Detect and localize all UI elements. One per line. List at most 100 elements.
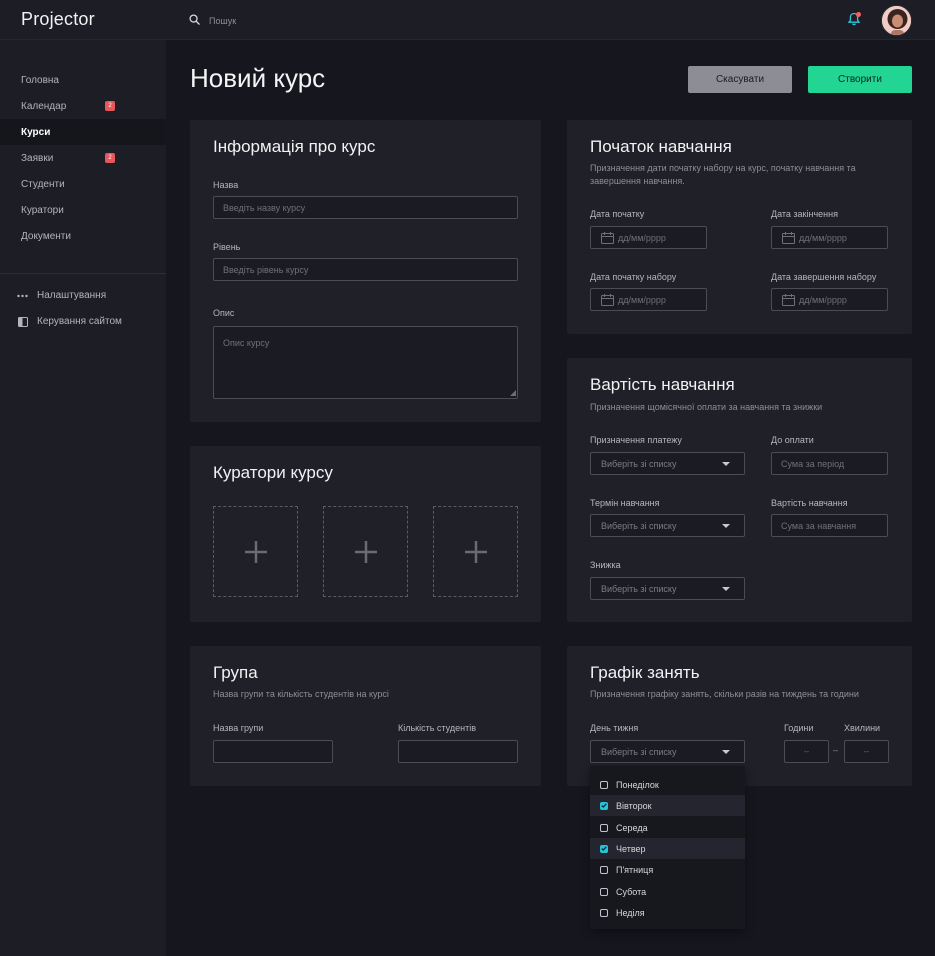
start-date-label: Дата початку — [590, 209, 645, 219]
check-icon — [601, 846, 607, 851]
student-count-input[interactable] — [398, 740, 518, 763]
hours-input[interactable]: -- — [784, 740, 829, 763]
course-description-input[interactable] — [213, 326, 518, 399]
calendar-icon — [601, 293, 614, 306]
sidebar-item-curators[interactable]: Куратори — [0, 197, 166, 223]
sidebar-item-settings[interactable]: Налаштування — [17, 290, 106, 301]
select-placeholder: Виберіть зі списку — [601, 458, 677, 469]
search-input[interactable] — [209, 16, 409, 26]
sidebar: Головна Календар 2 Курси Заявки 2 Студенти… — [0, 40, 166, 956]
date-placeholder: дд/мм/рррр — [799, 232, 847, 243]
end-date-label: Дата закінчення — [771, 209, 838, 219]
dropdown-option-thursday[interactable]: Четвер — [590, 838, 745, 859]
term-select[interactable]: Виберіть зі списку — [590, 514, 745, 537]
select-placeholder: Виберіть зі списку — [601, 746, 677, 757]
time-placeholder: -- — [803, 747, 810, 756]
curators-card: Куратори курсу — [190, 446, 541, 622]
course-level-input[interactable] — [213, 258, 518, 281]
schedule-card: Графік занять Призначення графіку занять… — [567, 646, 912, 786]
level-label: Рівень — [213, 242, 241, 252]
card-subtitle: Назва групи та кількість студентів на ку… — [213, 689, 389, 699]
enroll-start-input[interactable]: дд/мм/рррр — [590, 288, 707, 311]
payment-select[interactable]: Виберіть зі списку — [590, 452, 745, 475]
minutes-input[interactable]: -- — [844, 740, 889, 763]
payment-label: Призначення платежу — [590, 435, 682, 445]
count-badge: 2 — [105, 101, 115, 111]
due-amount-input[interactable] — [771, 452, 888, 475]
select-placeholder: Виберіть зі списку — [601, 520, 677, 531]
name-label: Назва — [213, 180, 239, 190]
enroll-start-label: Дата початку набору — [590, 272, 677, 282]
count-badge: 2 — [105, 153, 115, 163]
day-select[interactable]: Виберіть зі списку — [590, 740, 745, 763]
course-name-input[interactable] — [213, 196, 518, 219]
checkbox[interactable] — [600, 887, 608, 896]
card-subtitle: Призначення графіку занять, скільки разі… — [590, 689, 859, 699]
dropdown-option-saturday[interactable]: Субота — [590, 881, 745, 902]
sidebar-item-calendar[interactable]: Календар 2 — [0, 93, 166, 119]
sidebar-item-site-management[interactable]: Керування сайтом — [17, 316, 122, 327]
cost-card: Вартість навчання Призначення щомісячної… — [567, 358, 912, 622]
date-placeholder: дд/мм/рррр — [799, 294, 847, 305]
dropdown-option-monday[interactable]: Понеділок — [590, 774, 745, 795]
discount-select[interactable]: Виберіть зі списку — [590, 577, 745, 600]
card-title: Графік занять — [590, 663, 700, 682]
due-label: До оплати — [771, 435, 814, 445]
dropdown-option-sunday[interactable]: Неділя — [590, 902, 745, 923]
sidebar-item-students[interactable]: Студенти — [0, 171, 166, 197]
plus-icon — [464, 540, 487, 563]
card-subtitle: Призначення щомісячної оплати за навчанн… — [590, 402, 823, 412]
option-label: Четвер — [616, 843, 646, 854]
sidebar-item-label: Студенти — [21, 178, 65, 190]
add-curator-slot[interactable] — [323, 506, 408, 597]
search-bar[interactable] — [189, 12, 409, 30]
option-label: Понеділок — [616, 779, 659, 790]
sidebar-item-documents[interactable]: Документи — [0, 223, 166, 249]
sidebar-item-label: Документи — [21, 230, 71, 242]
checkbox[interactable] — [600, 823, 608, 832]
resize-handle-icon[interactable] — [510, 390, 516, 396]
app-logo[interactable]: Projector — [21, 9, 95, 30]
create-button[interactable]: Створити — [808, 66, 912, 93]
select-placeholder: Виберіть зі списку — [601, 583, 677, 594]
sidebar-item-label: Календар — [21, 100, 67, 112]
notification-dot — [856, 12, 861, 17]
checkbox[interactable] — [600, 780, 608, 789]
hours-label: Години — [784, 723, 814, 733]
price-input[interactable] — [771, 514, 888, 537]
dropdown-option-wednesday[interactable]: Середа — [590, 817, 745, 838]
group-name-input[interactable] — [213, 740, 333, 763]
enroll-end-input[interactable]: дд/мм/рррр — [771, 288, 888, 311]
chevron-down-icon — [722, 462, 730, 466]
end-date-input[interactable]: дд/мм/рррр — [771, 226, 888, 249]
dropdown-option-tuesday[interactable]: Вівторок — [590, 795, 745, 816]
search-icon[interactable] — [189, 12, 200, 30]
sidebar-item-home[interactable]: Головна — [0, 67, 166, 93]
sidebar-item-requests[interactable]: Заявки 2 — [0, 145, 166, 171]
card-title: Куратори курсу — [213, 463, 333, 482]
option-label: Субота — [616, 886, 647, 897]
cancel-button[interactable]: Скасувати — [688, 66, 792, 93]
calendar-icon — [782, 231, 795, 244]
plus-icon — [244, 540, 267, 563]
user-avatar[interactable] — [881, 5, 912, 36]
sidebar-item-label: Курси — [21, 126, 51, 138]
checkbox[interactable] — [600, 865, 608, 874]
group-name-label: Назва групи — [213, 723, 264, 733]
sidebar-item-label: Налаштування — [37, 290, 107, 301]
checkbox[interactable] — [600, 908, 608, 917]
sidebar-item-courses[interactable]: Курси — [0, 119, 166, 145]
checkbox[interactable] — [600, 844, 608, 853]
check-icon — [601, 803, 607, 808]
group-card: Група Назва групи та кількість студентів… — [190, 646, 541, 786]
add-curator-slot[interactable] — [433, 506, 518, 597]
card-title: Інформація про курс — [213, 137, 376, 156]
start-date-input[interactable]: дд/мм/рррр — [590, 226, 707, 249]
notification-bell-icon[interactable] — [846, 11, 862, 27]
day-dropdown-menu: Понеділок Вівторок Середа Четвер П'ятниц… — [590, 766, 745, 929]
option-label: Неділя — [616, 907, 645, 918]
dropdown-option-friday[interactable]: П'ятниця — [590, 859, 745, 880]
add-curator-slot[interactable] — [213, 506, 298, 597]
checkbox[interactable] — [600, 801, 608, 810]
term-label: Термін навчання — [590, 498, 660, 508]
